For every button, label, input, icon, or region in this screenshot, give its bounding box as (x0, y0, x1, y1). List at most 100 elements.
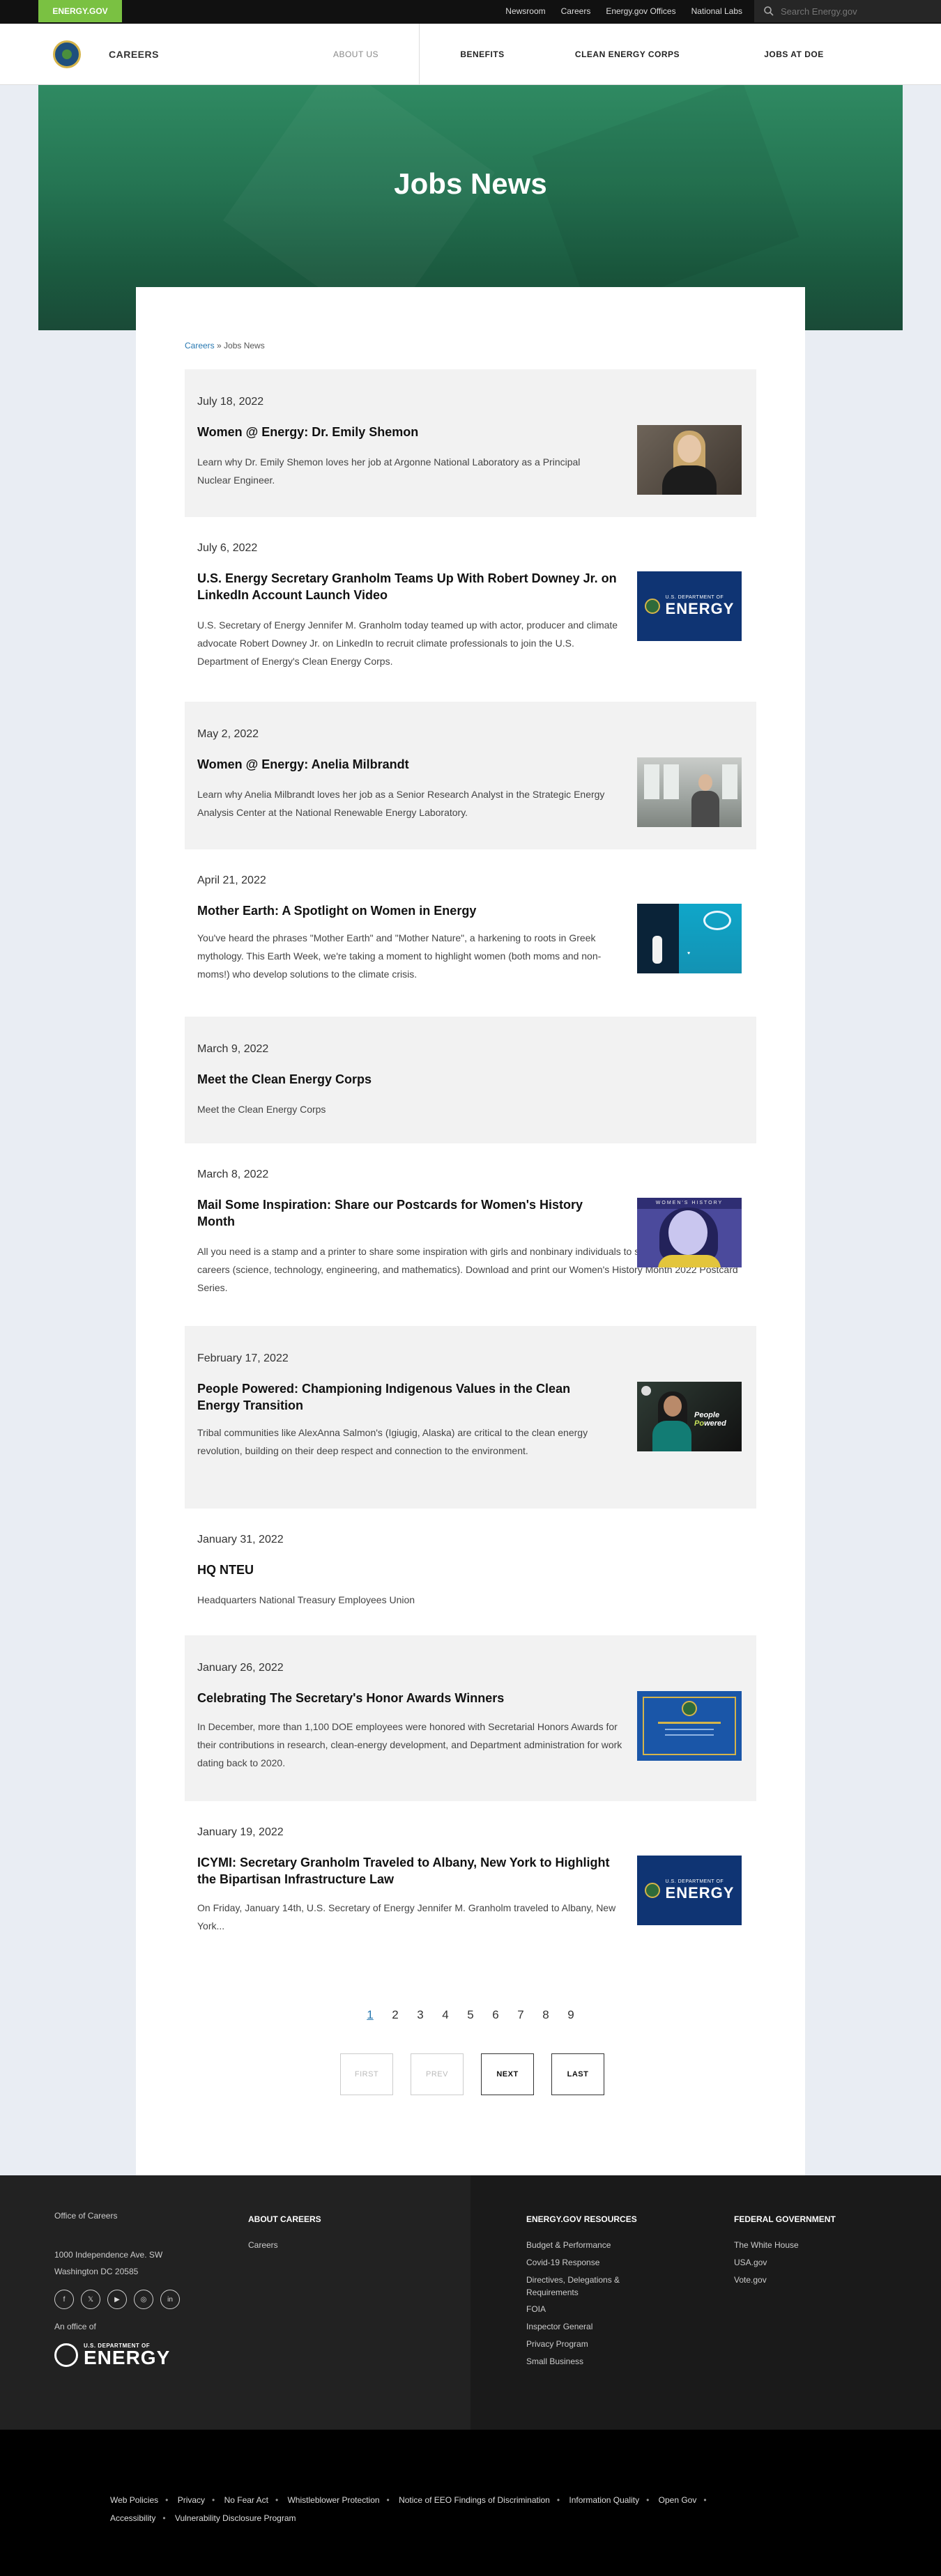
legal-links: Web Policies • Privacy • No Fear Act • Whis… (110, 2495, 707, 2523)
pagination-buttons: FIRST PREV NEXT LAST (340, 2053, 604, 2095)
news-thumbnail[interactable]: U.S. DEPARTMENT OF ENERGY (637, 571, 742, 641)
news-item: January 19, 2022 ICYMI: Secretary Granho… (185, 1801, 756, 1954)
legal-link[interactable]: Whistleblower Protection (287, 2495, 379, 2505)
nav-benefits[interactable]: BENEFITS (420, 24, 545, 85)
main-navigation: CAREERS ABOUT US BENEFITS CLEAN ENERGY C… (0, 24, 941, 85)
legal-link[interactable]: Open Gov (659, 2495, 697, 2505)
utility-bar: ENERGY.GOV Newsroom Careers Energy.gov O… (0, 0, 941, 24)
offices-link[interactable]: Energy.gov Offices (606, 6, 675, 16)
page-link[interactable]: 7 (508, 2008, 533, 2022)
footer-heading: ABOUT CAREERS (248, 2214, 321, 2224)
news-item: July 18, 2022 Women @ Energy: Dr. Emily … (185, 369, 756, 517)
page-link-current[interactable]: 1 (358, 2008, 383, 2022)
news-description: You've heard the phrases "Mother Earth" … (197, 932, 602, 980)
doe-seal-icon (54, 2343, 78, 2367)
footer-heading: ENERGY.GOV RESOURCES (526, 2214, 637, 2224)
news-date: July 6, 2022 (197, 542, 258, 554)
page-link[interactable]: 6 (483, 2008, 508, 2022)
search-input[interactable] (781, 6, 920, 17)
news-title-link[interactable]: Women @ Energy: Anelia Milbrandt (197, 756, 615, 773)
youtube-icon[interactable]: ▶ (107, 2290, 127, 2309)
page-link[interactable]: 3 (408, 2008, 433, 2022)
nav-clean-energy-corps[interactable]: CLEAN ENERGY CORPS (545, 24, 710, 85)
footer-link[interactable]: Careers (248, 2237, 374, 2254)
careers-link[interactable]: Careers (561, 6, 591, 16)
news-title-link[interactable]: Women @ Energy: Dr. Emily Shemon (197, 424, 615, 440)
news-item: July 6, 2022 U.S. Energy Secretary Granh… (185, 517, 756, 681)
footer-link[interactable]: USA.gov (734, 2254, 859, 2272)
facebook-icon[interactable]: f (54, 2290, 74, 2309)
news-description: Learn why Dr. Emily Shemon loves her job… (197, 456, 581, 486)
legal-link[interactable]: Accessibility (110, 2513, 155, 2523)
content-card: Careers » Jobs News July 18, 2022 Women … (136, 287, 805, 2175)
news-title-link[interactable]: ICYMI: Secretary Granholm Traveled to Al… (197, 1854, 622, 1888)
footer-link[interactable]: Vote.gov (734, 2272, 859, 2289)
news-date: January 31, 2022 (197, 1534, 284, 1545)
news-title-link[interactable]: HQ NTEU (197, 1561, 615, 1578)
twitter-icon[interactable]: 𝕏 (81, 2290, 100, 2309)
page-link[interactable]: 2 (383, 2008, 408, 2022)
footer-link[interactable]: The White House (734, 2237, 859, 2254)
national-labs-link[interactable]: National Labs (691, 6, 742, 16)
legal-link[interactable]: Web Policies (110, 2495, 158, 2505)
news-title-link[interactable]: Mail Some Inspiration: Share our Postcar… (197, 1196, 602, 1230)
news-title-link[interactable]: People Powered: Championing Indigenous V… (197, 1380, 615, 1414)
footer-link[interactable]: Budget & Performance (526, 2237, 652, 2254)
news-thumbnail[interactable] (637, 1691, 742, 1761)
news-date: April 21, 2022 (197, 874, 266, 886)
legal-link[interactable]: Notice of EEO Findings of Discrimination (399, 2495, 550, 2505)
footer-federal-column: FEDERAL GOVERNMENT The White House USA.g… (734, 2214, 859, 2289)
linkedin-icon[interactable]: in (160, 2290, 180, 2309)
news-description: In December, more than 1,100 DOE employe… (197, 1721, 622, 1768)
news-item: March 8, 2022 Mail Some Inspiration: Sha… (185, 1143, 756, 1326)
site-search (754, 0, 941, 22)
footer-link[interactable]: Covid-19 Response (526, 2254, 652, 2272)
doe-footer-logo[interactable]: U.S. DEPARTMENT OF ENERGY (54, 2343, 171, 2368)
news-date: July 18, 2022 (197, 396, 264, 408)
news-thumbnail[interactable]: People Powered (637, 1382, 742, 1451)
prev-page-button[interactable]: PREV (411, 2053, 464, 2095)
news-title-link[interactable]: Meet the Clean Energy Corps (197, 1071, 615, 1088)
last-page-button[interactable]: LAST (551, 2053, 604, 2095)
breadcrumb-careers-link[interactable]: Careers (185, 341, 215, 350)
legal-link[interactable]: Vulnerability Disclosure Program (175, 2513, 296, 2523)
news-thumbnail[interactable] (637, 757, 742, 827)
footer-link[interactable]: Privacy Program (526, 2336, 652, 2353)
news-date: March 9, 2022 (197, 1043, 269, 1055)
news-item: February 17, 2022 People Powered: Champi… (185, 1326, 756, 1509)
news-date: January 19, 2022 (197, 1826, 284, 1838)
nav-items: ABOUT US BENEFITS CLEAN ENERGY CORPS JOB… (293, 24, 878, 85)
news-thumbnail[interactable] (637, 425, 742, 495)
footer-link[interactable]: Inspector General (526, 2318, 652, 2336)
newsroom-link[interactable]: Newsroom (505, 6, 545, 16)
first-page-button[interactable]: FIRST (340, 2053, 393, 2095)
news-title-link[interactable]: U.S. Energy Secretary Granholm Teams Up … (197, 570, 622, 603)
page-link[interactable]: 4 (433, 2008, 458, 2022)
page-link[interactable]: 8 (533, 2008, 558, 2022)
search-icon[interactable] (764, 6, 774, 16)
footer-logo-word: ENERGY (84, 2347, 171, 2368)
footer-link[interactable]: Directives, Delegations & Requirements (526, 2274, 652, 2299)
nav-jobs-at-doe[interactable]: JOBS AT DOE (710, 24, 878, 85)
legal-link[interactable]: Privacy (178, 2495, 205, 2505)
legal-link[interactable]: Information Quality (569, 2495, 639, 2505)
page-link[interactable]: 9 (558, 2008, 583, 2022)
next-page-button[interactable]: NEXT (481, 2053, 534, 2095)
footer-link[interactable]: FOIA (526, 2301, 652, 2318)
doe-seal-icon[interactable] (53, 40, 81, 68)
social-links: f 𝕏 ▶ ◎ in (54, 2290, 180, 2309)
nav-about-us[interactable]: ABOUT US (293, 24, 420, 85)
legal-link[interactable]: No Fear Act (224, 2495, 268, 2505)
footer-link[interactable]: Small Business (526, 2353, 652, 2370)
news-title-link[interactable]: Celebrating The Secretary's Honor Awards… (197, 1690, 615, 1706)
instagram-icon[interactable]: ◎ (134, 2290, 153, 2309)
site-title[interactable]: CAREERS (109, 49, 159, 60)
news-title-link[interactable]: Mother Earth: A Spotlight on Women in En… (197, 902, 622, 919)
news-thumbnail[interactable]: ♥ (637, 904, 742, 973)
energy-gov-brand-link[interactable]: ENERGY.GOV (38, 0, 122, 22)
thumbnail-logo-word: ENERGY (665, 599, 735, 617)
footer-an-office-of: An office of (54, 2322, 96, 2331)
news-thumbnail[interactable]: U.S. DEPARTMENT OF ENERGY (637, 1856, 742, 1925)
page-link[interactable]: 5 (458, 2008, 483, 2022)
news-thumbnail[interactable]: WOMEN'S HISTORY (637, 1198, 742, 1267)
